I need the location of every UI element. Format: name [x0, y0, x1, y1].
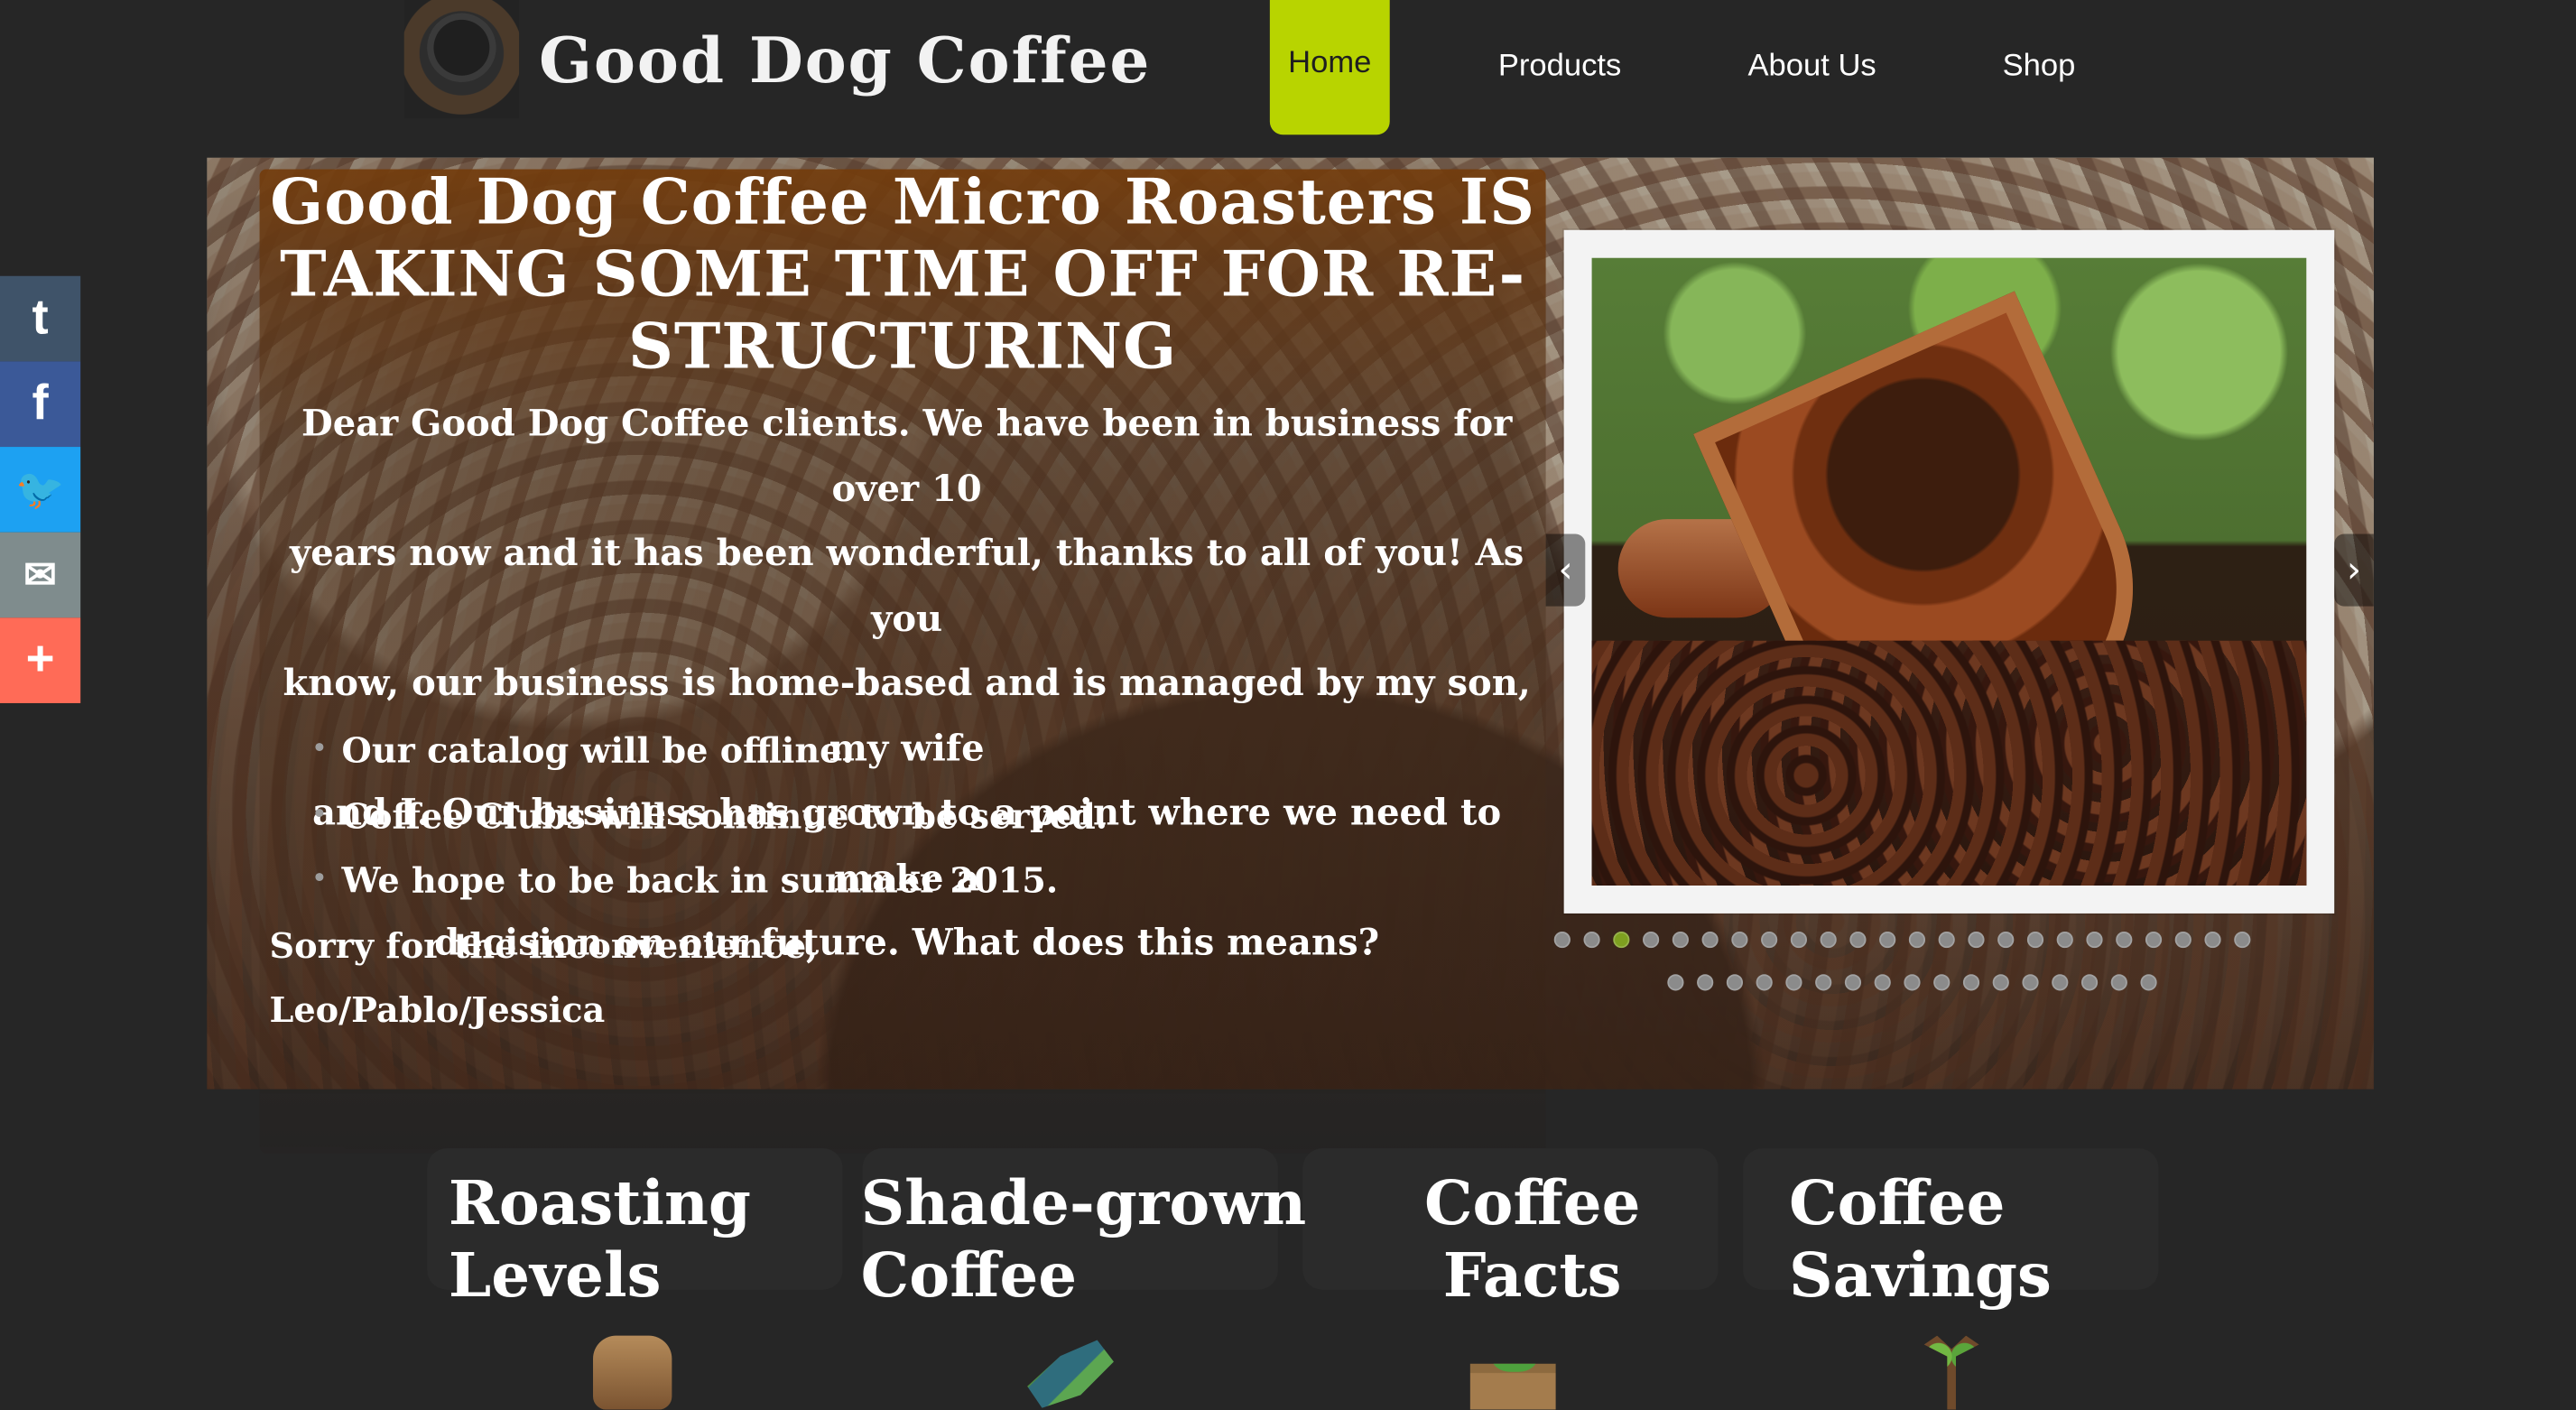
logo-dog-image[interactable] [403, 0, 520, 119]
slider-dot[interactable] [1790, 931, 1807, 949]
slider-dot[interactable] [1844, 974, 1862, 991]
more-share-button[interactable]: + [0, 617, 81, 703]
slider-dot[interactable] [1756, 974, 1773, 991]
slider-dot[interactable] [1643, 931, 1660, 949]
card-title-line: Roasting [448, 1166, 752, 1239]
slider-dot[interactable] [2234, 931, 2251, 949]
slider-dot[interactable] [2145, 931, 2163, 949]
slider-dot[interactable] [1815, 974, 1832, 991]
slider-prev-button[interactable]: ‹ [1545, 533, 1586, 607]
slider-dot[interactable] [1962, 974, 1980, 991]
slider-dot-active[interactable] [1613, 931, 1630, 949]
email-icon: ✉ [23, 552, 57, 598]
slider-dot[interactable] [2086, 931, 2103, 949]
site-brand[interactable]: Good Dog Coffee [539, 29, 1151, 92]
shade-grown-title: Shade-grown Coffee [861, 1166, 1307, 1311]
slider-dot[interactable] [1933, 974, 1951, 991]
apology-line: Sorry for the inconvenience, [269, 924, 819, 967]
slider-dot[interactable] [1938, 931, 1955, 949]
coffee-beans-shape [1591, 640, 2307, 886]
tumblr-share-button[interactable]: t [0, 275, 81, 362]
announcement-headline: Good Dog Coffee Micro Roasters IS TAKING… [260, 164, 1546, 384]
slider-dot[interactable] [1726, 974, 1744, 991]
nav-about-link[interactable]: About Us [1747, 46, 1876, 88]
social-share-bar: t f 🐦 ✉ + [0, 275, 81, 710]
tumblr-icon: t [32, 291, 49, 346]
card-title-line: Shade-grown [860, 1166, 1307, 1239]
slider-dot[interactable] [1849, 931, 1867, 949]
slider-dots-row-2 [1667, 974, 2157, 991]
announcement-bullets: Our catalog will be offline. Coffee Club… [312, 718, 1107, 913]
slider-dot[interactable] [2204, 931, 2221, 949]
top-navigation: Good Dog Coffee Home Products About Us S… [0, 0, 2576, 158]
email-share-button[interactable]: ✉ [0, 532, 81, 618]
card-title-line: Facts [1442, 1238, 1622, 1312]
chevron-left-icon: ‹ [1558, 549, 1573, 591]
slider-dot[interactable] [1785, 974, 1802, 991]
slider-dot[interactable] [2116, 931, 2133, 949]
roasting-levels-title: Roasting Levels [449, 1166, 751, 1311]
slider-dot[interactable] [1874, 974, 1891, 991]
plus-icon: + [25, 632, 55, 687]
headline-line-1: Good Dog Coffee Micro Roasters IS [270, 164, 1535, 238]
card-title-line: Coffee [860, 1238, 1078, 1312]
feature-cards: Roasting Levels Shade-grown Coffee Coffe… [427, 1148, 2162, 1409]
card-title-line: Savings [1788, 1238, 2052, 1312]
slider-dot[interactable] [1761, 931, 1778, 949]
card-title-line: Coffee [1788, 1166, 2006, 1239]
nav-home-label: Home [1288, 45, 1372, 81]
slider-dot[interactable] [2140, 974, 2157, 991]
card-title-line: Levels [448, 1238, 662, 1312]
slider-dot[interactable] [1879, 931, 1896, 949]
bullet-item: Our catalog will be offline. [312, 718, 1107, 783]
slider-dot[interactable] [2052, 974, 2069, 991]
slider-dot[interactable] [1672, 931, 1689, 949]
signature-line: Leo/Pablo/Jessica [269, 988, 606, 1031]
slider-dot[interactable] [1908, 931, 1926, 949]
slider-dot[interactable] [2026, 931, 2044, 949]
twitter-icon: 🐦 [15, 467, 65, 512]
slider-dot[interactable] [1667, 974, 1684, 991]
page-wrapper: Good Dog Coffee Home Products About Us S… [0, 0, 2576, 1410]
card-title-line: Coffee [1423, 1166, 1641, 1239]
coffee-facts-title: Coffee Facts [1424, 1166, 1640, 1311]
bullet-item: Coffee Clubs will continue to be served. [312, 783, 1107, 848]
slider-dot[interactable] [1731, 931, 1748, 949]
slider-dot[interactable] [1553, 931, 1571, 949]
slider-dot[interactable] [1701, 931, 1719, 949]
nav-shop-link[interactable]: Shop [2003, 46, 2076, 88]
facebook-share-button[interactable]: f [0, 361, 81, 448]
coffee-savings-title: Coffee Savings [1789, 1166, 2052, 1311]
slider-dot[interactable] [2174, 931, 2191, 949]
headline-line-3: STRUCTURING [628, 309, 1178, 384]
slider-dot[interactable] [1583, 931, 1600, 949]
slider-dot[interactable] [2110, 974, 2127, 991]
nav-home-button[interactable]: Home [1269, 0, 1390, 135]
slider-dot[interactable] [1904, 974, 1921, 991]
body-line-1: Dear Good Dog Coffee clients. We have be… [301, 402, 1513, 511]
nav-products-link[interactable]: Products [1498, 46, 1621, 88]
bullet-item: We hope to be back in summer 2015. [312, 848, 1107, 913]
twitter-share-button[interactable]: 🐦 [0, 447, 81, 533]
slider-dots-row-1 [1553, 931, 2251, 949]
slider-dot[interactable] [2022, 974, 2039, 991]
slider-dot[interactable] [2056, 931, 2073, 949]
headline-line-2: TAKING SOME TIME OFF FOR RE- [280, 237, 1526, 311]
facebook-icon: f [32, 376, 49, 431]
coffee-bag-icon [593, 1335, 672, 1410]
slider-dot[interactable] [1992, 974, 2009, 991]
slider-dot[interactable] [1820, 931, 1837, 949]
slider-dot[interactable] [2080, 974, 2099, 991]
slider-dot[interactable] [1697, 974, 1714, 991]
slider-next-button[interactable]: › [2334, 533, 2374, 607]
slider-dot[interactable] [1997, 931, 2015, 949]
body-line-2: years now and it has been wonderful, tha… [289, 532, 1524, 640]
slider-dot[interactable] [1968, 931, 1985, 949]
chevron-right-icon: › [2347, 549, 2362, 591]
